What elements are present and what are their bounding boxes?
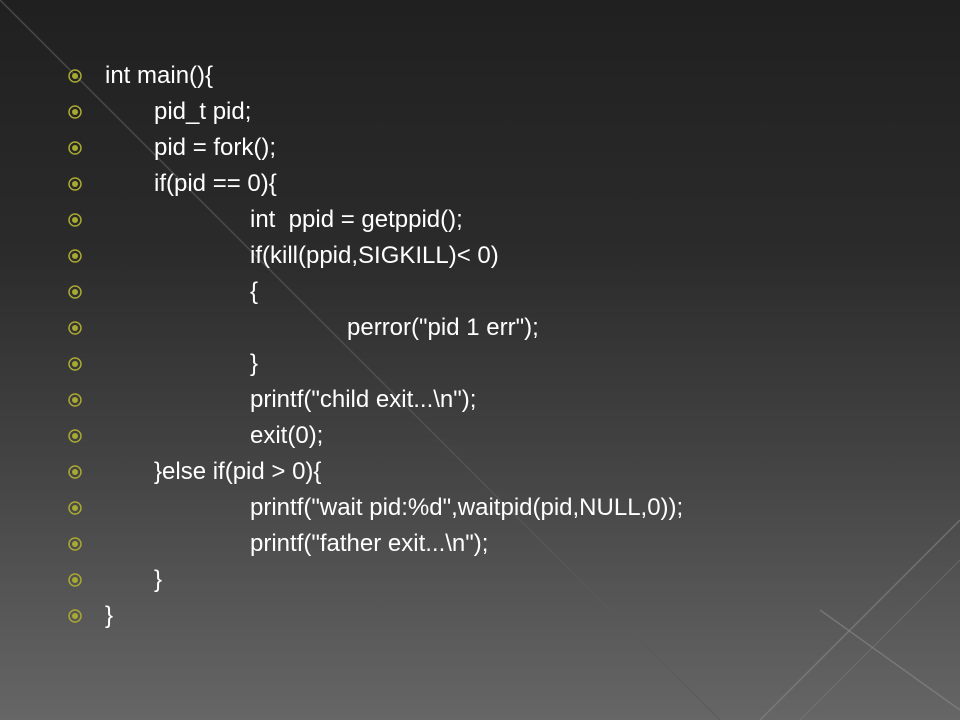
circled-dot-bullet-icon — [68, 141, 82, 155]
code-line: perror("pid 1 err"); — [347, 314, 539, 341]
list-item: pid = fork(); — [0, 132, 960, 168]
list-item: if(pid == 0){ — [0, 168, 960, 204]
circled-dot-bullet-icon — [68, 213, 82, 227]
circled-dot-bullet-icon — [68, 69, 82, 83]
circled-dot-bullet-icon — [68, 609, 82, 623]
code-line: } — [105, 602, 114, 629]
circled-dot-bullet-icon — [68, 429, 82, 443]
code-line: if(kill(ppid,SIGKILL)< 0) — [250, 242, 499, 269]
code-line: int main(){ — [105, 62, 214, 89]
list-item: int ppid = getppid(); — [0, 204, 960, 240]
circled-dot-bullet-icon — [68, 177, 82, 191]
code-line: { — [250, 278, 259, 305]
list-item: exit(0); — [0, 420, 960, 456]
circled-dot-bullet-icon — [68, 105, 82, 119]
list-item: perror("pid 1 err"); — [0, 312, 960, 348]
circled-dot-bullet-icon — [68, 321, 82, 335]
list-item: pid_t pid; — [0, 96, 960, 132]
code-line: pid_t pid; — [154, 98, 252, 125]
circled-dot-bullet-icon — [68, 357, 82, 371]
code-line: int ppid = getppid(); — [250, 206, 463, 233]
list-item: }else if(pid > 0){ — [0, 456, 960, 492]
list-item: printf("wait pid:%d",waitpid(pid,NULL,0)… — [0, 492, 960, 528]
list-item: printf("father exit...\n"); — [0, 528, 960, 564]
code-line: exit(0); — [250, 422, 324, 449]
code-line: printf("child exit...\n"); — [250, 386, 477, 413]
code-line: printf("father exit...\n"); — [250, 530, 489, 557]
list-item: } — [0, 600, 960, 636]
code-line: pid = fork(); — [154, 134, 277, 161]
list-item: { — [0, 276, 960, 312]
list-item: } — [0, 348, 960, 384]
circled-dot-bullet-icon — [68, 465, 82, 479]
circled-dot-bullet-icon — [68, 573, 82, 587]
circled-dot-bullet-icon — [68, 249, 82, 263]
list-item: if(kill(ppid,SIGKILL)< 0) — [0, 240, 960, 276]
list-item: int main(){ — [0, 60, 960, 96]
code-line: if(pid == 0){ — [154, 170, 277, 197]
slide: int main(){ pid_t pid; pid = fork(); if(… — [0, 0, 960, 720]
code-line: } — [250, 350, 259, 377]
code-bullet-list: int main(){ pid_t pid; pid = fork(); if(… — [0, 0, 960, 720]
code-line: } — [154, 566, 163, 593]
circled-dot-bullet-icon — [68, 393, 82, 407]
circled-dot-bullet-icon — [68, 285, 82, 299]
list-item: printf("child exit...\n"); — [0, 384, 960, 420]
circled-dot-bullet-icon — [68, 501, 82, 515]
code-line: }else if(pid > 0){ — [154, 458, 322, 485]
circled-dot-bullet-icon — [68, 537, 82, 551]
code-line: printf("wait pid:%d",waitpid(pid,NULL,0)… — [250, 494, 684, 521]
list-item: } — [0, 564, 960, 600]
